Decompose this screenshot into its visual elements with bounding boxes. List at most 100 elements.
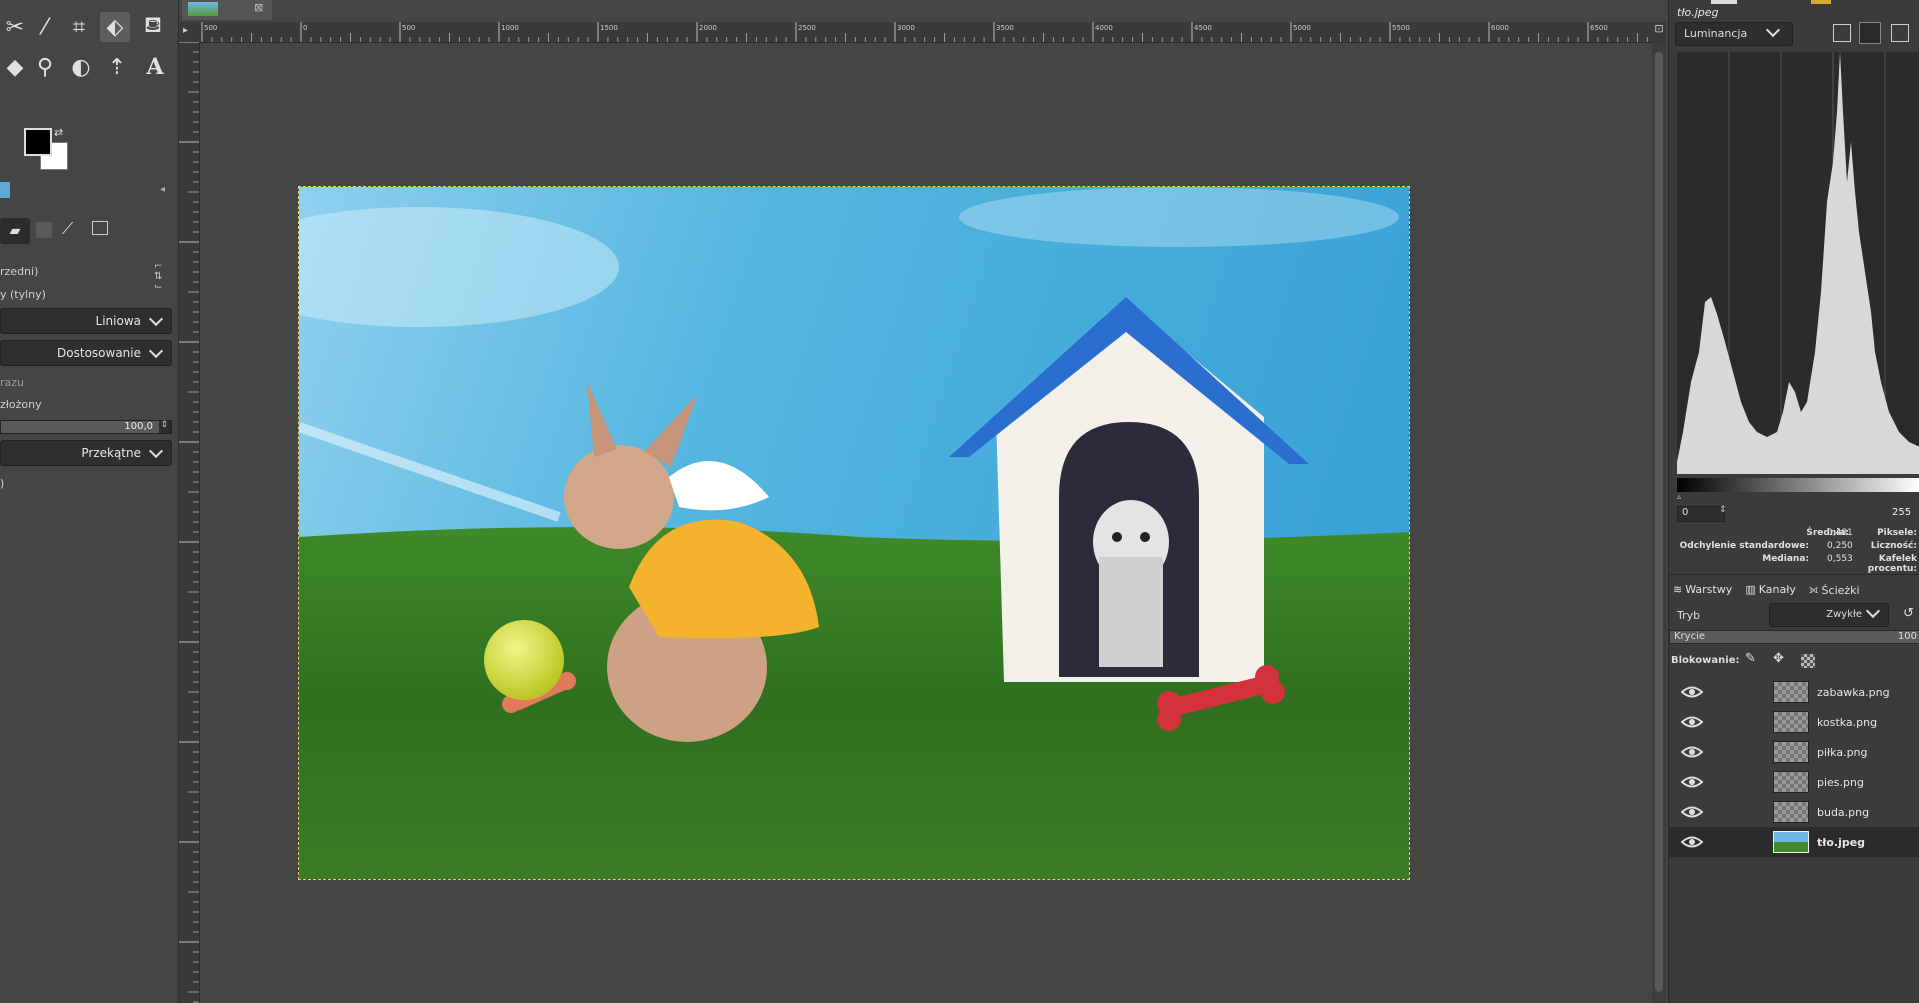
layer-row-selected[interactable]: tło.jpeg — [1669, 827, 1919, 857]
range-max-value[interactable]: 255 — [1892, 507, 1911, 518]
ruler-tick-label: 2500 — [798, 24, 816, 32]
panel-menu-icon[interactable]: ◂ — [160, 184, 165, 195]
chevron-down-icon — [1865, 603, 1881, 619]
eraser-icon[interactable]: ◆ — [0, 52, 30, 82]
chevron-down-icon — [148, 443, 164, 459]
ruler-tick-label: 500 — [204, 24, 217, 32]
zoom-toggle-icon[interactable]: ⊡ — [1652, 22, 1666, 42]
transform-icon[interactable]: ⬖ — [100, 12, 130, 42]
bucket-fill-icon[interactable]: ⛾ — [138, 12, 168, 42]
crop-icon[interactable]: ⌗ — [64, 12, 94, 42]
adjust-dropdown[interactable]: Dostosowanie — [0, 340, 172, 366]
chevron-down-icon — [148, 311, 164, 327]
lock-alpha-icon[interactable] — [1801, 654, 1815, 668]
tile-label: Kafelek procentu: — [1867, 554, 1917, 574]
ruler-tick-label: 0 — [303, 24, 307, 32]
complex-label: złożony — [0, 398, 42, 411]
scissors-select-icon[interactable]: ✂ — [0, 12, 30, 42]
layers-list: zabawka.png kostka.png piłka.png pies.pn… — [1669, 677, 1919, 863]
ruler-tick-label: 4000 — [1095, 24, 1113, 32]
shape-dropdown[interactable]: Przekątne — [0, 440, 172, 466]
cloud — [959, 187, 1399, 247]
eye-visibility-icon[interactable] — [1681, 835, 1703, 849]
vertical-ruler[interactable] — [179, 42, 200, 1003]
range-min-input[interactable]: 0 — [1677, 506, 1725, 522]
gradient-box-icon[interactable] — [92, 221, 108, 235]
histogram-view-icon[interactable] — [1891, 24, 1909, 42]
image-tab-thumbnail — [188, 2, 218, 16]
layer-row[interactable]: pies.png — [1669, 767, 1919, 797]
reset-mode-icon[interactable]: ↺ — [1903, 606, 1914, 621]
range-min-spin-icon[interactable]: ⇕ — [1719, 505, 1727, 515]
layer-mode-dropdown[interactable]: Zwykłe — [1769, 603, 1889, 627]
eye-visibility-icon[interactable] — [1681, 805, 1703, 819]
image-canvas[interactable] — [298, 186, 1410, 880]
layer-row[interactable]: piłka.png — [1669, 737, 1919, 767]
layer-mode-value: Zwykłe — [1826, 609, 1862, 620]
vertical-ruler-ticks — [179, 42, 199, 1003]
opacity-slider[interactable]: Krycie 100 — [1669, 630, 1919, 644]
value-slider[interactable]: 100,0 ⇕ — [0, 420, 172, 434]
channels-icon: ▥ — [1745, 583, 1756, 596]
clone-icon[interactable]: ⚲ — [30, 52, 60, 82]
horizontal-ruler-ticks: 500 0 500 1000 1500 2000 2500 3000 3500 4000 4500 5… — [201, 22, 1648, 42]
eye-visibility-icon[interactable] — [1681, 775, 1703, 789]
spin-icon[interactable]: ⇕ — [160, 420, 168, 430]
layer-row[interactable]: zabawka.png — [1669, 677, 1919, 707]
vertical-scrollbar[interactable] — [1652, 42, 1666, 1003]
channel-dropdown[interactable]: Luminancja — [1675, 22, 1793, 46]
adjust-value: Dostosowanie — [57, 346, 141, 360]
dock-tab-indicator — [1811, 0, 1831, 4]
histogram-graph[interactable] — [1677, 52, 1919, 474]
layer-name: kostka.png — [1817, 715, 1878, 729]
blend-mode-icon[interactable]: ▰ — [0, 218, 30, 244]
scrollbar-thumb[interactable] — [1655, 52, 1663, 992]
extra-label: ) — [0, 477, 5, 490]
gradient-line-icon[interactable]: ⟋ — [62, 219, 73, 239]
horizontal-ruler[interactable]: 500 0 500 1000 1500 2000 2500 3000 3500 4000 4500 5… — [199, 22, 1652, 43]
close-tab-icon[interactable]: ⊠ — [254, 1, 263, 14]
opacity-value: 100 — [1897, 631, 1917, 642]
tab-channels[interactable]: ▥ Kanały — [1745, 583, 1796, 596]
foreground-color-swatch[interactable] — [24, 128, 52, 156]
text-tool-icon[interactable]: A — [140, 52, 170, 82]
range-marker-icon[interactable]: ▵ — [1677, 492, 1681, 501]
linear-histogram-icon[interactable] — [1833, 24, 1851, 42]
swap-colors-icon[interactable]: ⇄ — [54, 126, 63, 139]
image-tab[interactable]: ⊠ — [182, 0, 272, 20]
shape-option-icon[interactable] — [36, 222, 52, 238]
eye-visibility-icon[interactable] — [1681, 685, 1703, 699]
right-dock: tło.jpeg Luminancja ▵ 0 ⇕ 255 Średnia: 0… — [1668, 0, 1919, 1003]
channel-value: Luminancja — [1684, 27, 1748, 40]
eye-visibility-icon[interactable] — [1681, 745, 1703, 759]
std-label: Odchylenie standardowe: — [1679, 541, 1809, 551]
tab-paths[interactable]: ⟗ Ścieżki — [1809, 583, 1860, 597]
tab-layers[interactable]: ≋ Warstwy — [1673, 583, 1732, 596]
fuzzy-select-icon[interactable]: ⁄ — [30, 12, 60, 42]
paths-icon[interactable]: ⇡ — [102, 52, 132, 82]
ruler-tick-label: 6000 — [1491, 24, 1509, 32]
pixels-label: Piksele: — [1877, 528, 1917, 538]
layer-row[interactable]: kostka.png — [1669, 707, 1919, 737]
gradient-type-dropdown[interactable]: Liniowa — [0, 308, 172, 334]
lock-position-icon[interactable]: ✥ — [1773, 651, 1784, 666]
tab-channels-label: Kanały — [1758, 583, 1796, 596]
ruler-corner[interactable]: ▸ — [179, 22, 199, 42]
chain-icon[interactable]: ⌐ ⇅ ⌙ — [154, 262, 162, 292]
gradient-type-value: Liniowa — [95, 314, 141, 328]
shape-value: Przekątne — [81, 446, 141, 460]
layer-thumbnail — [1773, 711, 1809, 733]
lock-pixels-icon[interactable]: ✎ — [1745, 651, 1756, 666]
ruler-tick-label: 3500 — [996, 24, 1014, 32]
layer-row[interactable]: buda.png — [1669, 797, 1919, 827]
dodge-burn-icon[interactable]: ◐ — [66, 52, 96, 82]
layer-thumbnail — [1773, 801, 1809, 823]
layer-thumbnail — [1773, 681, 1809, 703]
range-min-value: 0 — [1682, 507, 1689, 518]
quick-mask-icon[interactable]: ▸ — [183, 25, 188, 36]
lock-label: Blokowanie: — [1671, 655, 1740, 666]
eye-visibility-icon[interactable] — [1681, 715, 1703, 729]
log-histogram-icon[interactable] — [1859, 22, 1881, 44]
back-label: y (tylny) — [0, 288, 46, 301]
front-label: rzedni) — [0, 265, 39, 278]
